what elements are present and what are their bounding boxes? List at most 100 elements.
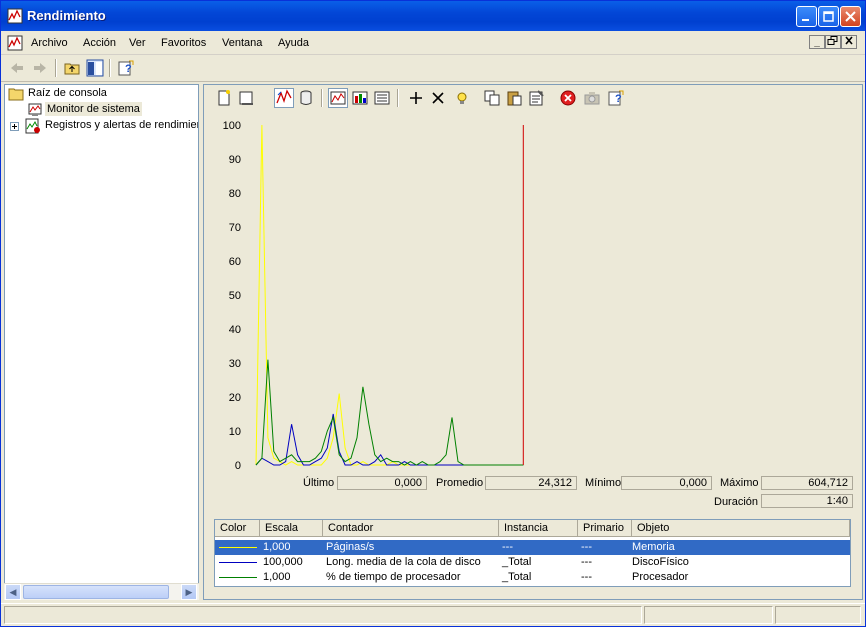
status-bar [1,603,865,627]
column-header-counter[interactable]: Contador [323,520,499,537]
toolbar-separator [321,89,323,107]
close-icon [845,36,853,45]
title-bar: Rendimiento [1,1,865,31]
parent-cell: --- [581,571,592,583]
toolbar-separator [397,89,399,107]
toolbar-separator [55,59,57,77]
minimize-icon [802,19,809,21]
scale-cell: 1,000 [263,571,291,583]
y-tick-label: 40 [229,324,241,336]
help-icon[interactable]: ? [117,59,135,77]
performance-graph: 1009080706050403020100 [223,120,524,471]
menu-ayuda[interactable]: Ayuda [278,37,309,49]
column-header-instance[interactable]: Instancia [499,520,578,537]
minimum-value: 0,000 [621,476,712,490]
instance-cell: _Total [502,571,532,583]
highlight-icon[interactable] [453,89,471,107]
object-cell: DiscoFísico [632,556,689,568]
performance-app-icon [7,8,23,24]
menu-favoritos[interactable]: Favoritos [161,37,206,49]
menu-accion[interactable]: Acción [83,37,116,49]
menu-ventana[interactable]: Ventana [222,37,262,49]
scroll-thumb[interactable] [23,585,169,599]
svg-text:?: ? [125,63,132,75]
y-tick-label: 100 [223,120,241,132]
mdi-close-button[interactable] [841,35,857,49]
column-header-scale[interactable]: Escala [260,520,323,537]
close-icon [845,11,856,22]
minimize-button[interactable] [796,6,817,27]
table-row[interactable]: 1,000 Páginas/s --- --- Memoria [215,540,850,555]
help-icon[interactable]: ? [607,89,625,107]
y-tick-label: 90 [229,154,241,166]
logs-alerts-icon [25,118,40,134]
y-tick-label: 70 [229,222,241,234]
column-header-color[interactable]: Color [215,520,260,537]
maximize-button[interactable] [818,6,839,27]
scroll-left-button[interactable]: ◀ [5,584,21,600]
menu-bar: Archivo Acción Ver Favoritos Ventana Ayu… [1,32,865,55]
last-value: 0,000 [337,476,427,490]
y-tick-label: 80 [229,188,241,200]
show-hide-tree-icon[interactable] [86,59,104,77]
scale-cell: 1,000 [263,541,291,553]
series-color-swatch [219,562,257,563]
scroll-right-button[interactable]: ▶ [181,584,197,600]
series-color-swatch [219,577,257,578]
view-log-data-icon[interactable] [297,89,315,107]
view-graph-icon[interactable] [328,88,348,108]
maximum-label: Máximo [720,477,759,489]
view-current-activity-icon[interactable] [274,88,294,108]
mdi-minimize-button[interactable]: _ [809,35,825,49]
y-tick-label: 50 [229,290,241,302]
series-line [255,124,524,466]
series-line [255,413,524,466]
chevron-right-icon: ▶ [185,587,193,597]
status-pane [4,606,642,624]
status-pane [644,606,773,624]
add-counter-icon[interactable] [407,89,425,107]
forward-arrow-icon[interactable] [31,59,49,77]
mdi-restore-button[interactable] [825,35,841,49]
y-tick-label: 30 [229,358,241,370]
menu-archivo[interactable]: Archivo [31,37,68,49]
y-tick-label: 0 [235,460,241,471]
freeze-display-icon[interactable] [559,89,577,107]
mmc-document-icon[interactable] [7,35,23,51]
y-tick-label: 60 [229,256,241,268]
expand-plus-icon[interactable] [10,122,19,131]
view-report-icon[interactable] [373,89,391,107]
parent-cell: --- [581,556,592,568]
paste-counter-list-icon[interactable] [505,89,523,107]
view-histogram-icon[interactable] [351,89,369,107]
copy-properties-icon[interactable] [483,89,501,107]
y-tick-label: 10 [229,426,241,438]
back-arrow-icon[interactable] [8,59,26,77]
scale-cell: 100,000 [263,556,303,568]
status-pane [775,606,861,624]
close-button[interactable] [840,6,861,27]
minimize-icon: _ [814,37,820,48]
tree-horizontal-scrollbar[interactable]: ◀ ▶ [4,583,199,600]
new-counter-set-icon[interactable] [215,89,233,107]
tree-item-label: Raíz de consola [28,87,107,99]
up-one-level-icon[interactable] [63,59,81,77]
clear-display-icon[interactable] [237,89,255,107]
instance-cell: --- [502,541,513,553]
table-row[interactable]: 1,000 % de tiempo de procesador _Total -… [215,570,850,585]
series-color-swatch [219,547,257,548]
duration-label: Duración [714,496,759,508]
svg-text:?: ? [615,93,622,105]
column-header-object[interactable]: Objeto [632,520,850,537]
delete-counter-icon[interactable] [429,89,447,107]
column-header-parent[interactable]: Primario [578,520,632,537]
menu-ver[interactable]: Ver [129,37,146,49]
instance-cell: _Total [502,556,532,568]
table-row[interactable]: 100,000 Long. media de la cola de disco … [215,555,850,570]
object-cell: Memoria [632,541,675,553]
tree-item-label: Monitor de sistema [45,102,142,116]
counter-cell: Long. media de la cola de disco [326,556,481,568]
update-data-icon[interactable] [583,89,601,107]
properties-icon[interactable] [527,89,545,107]
y-tick-label: 20 [229,392,241,404]
